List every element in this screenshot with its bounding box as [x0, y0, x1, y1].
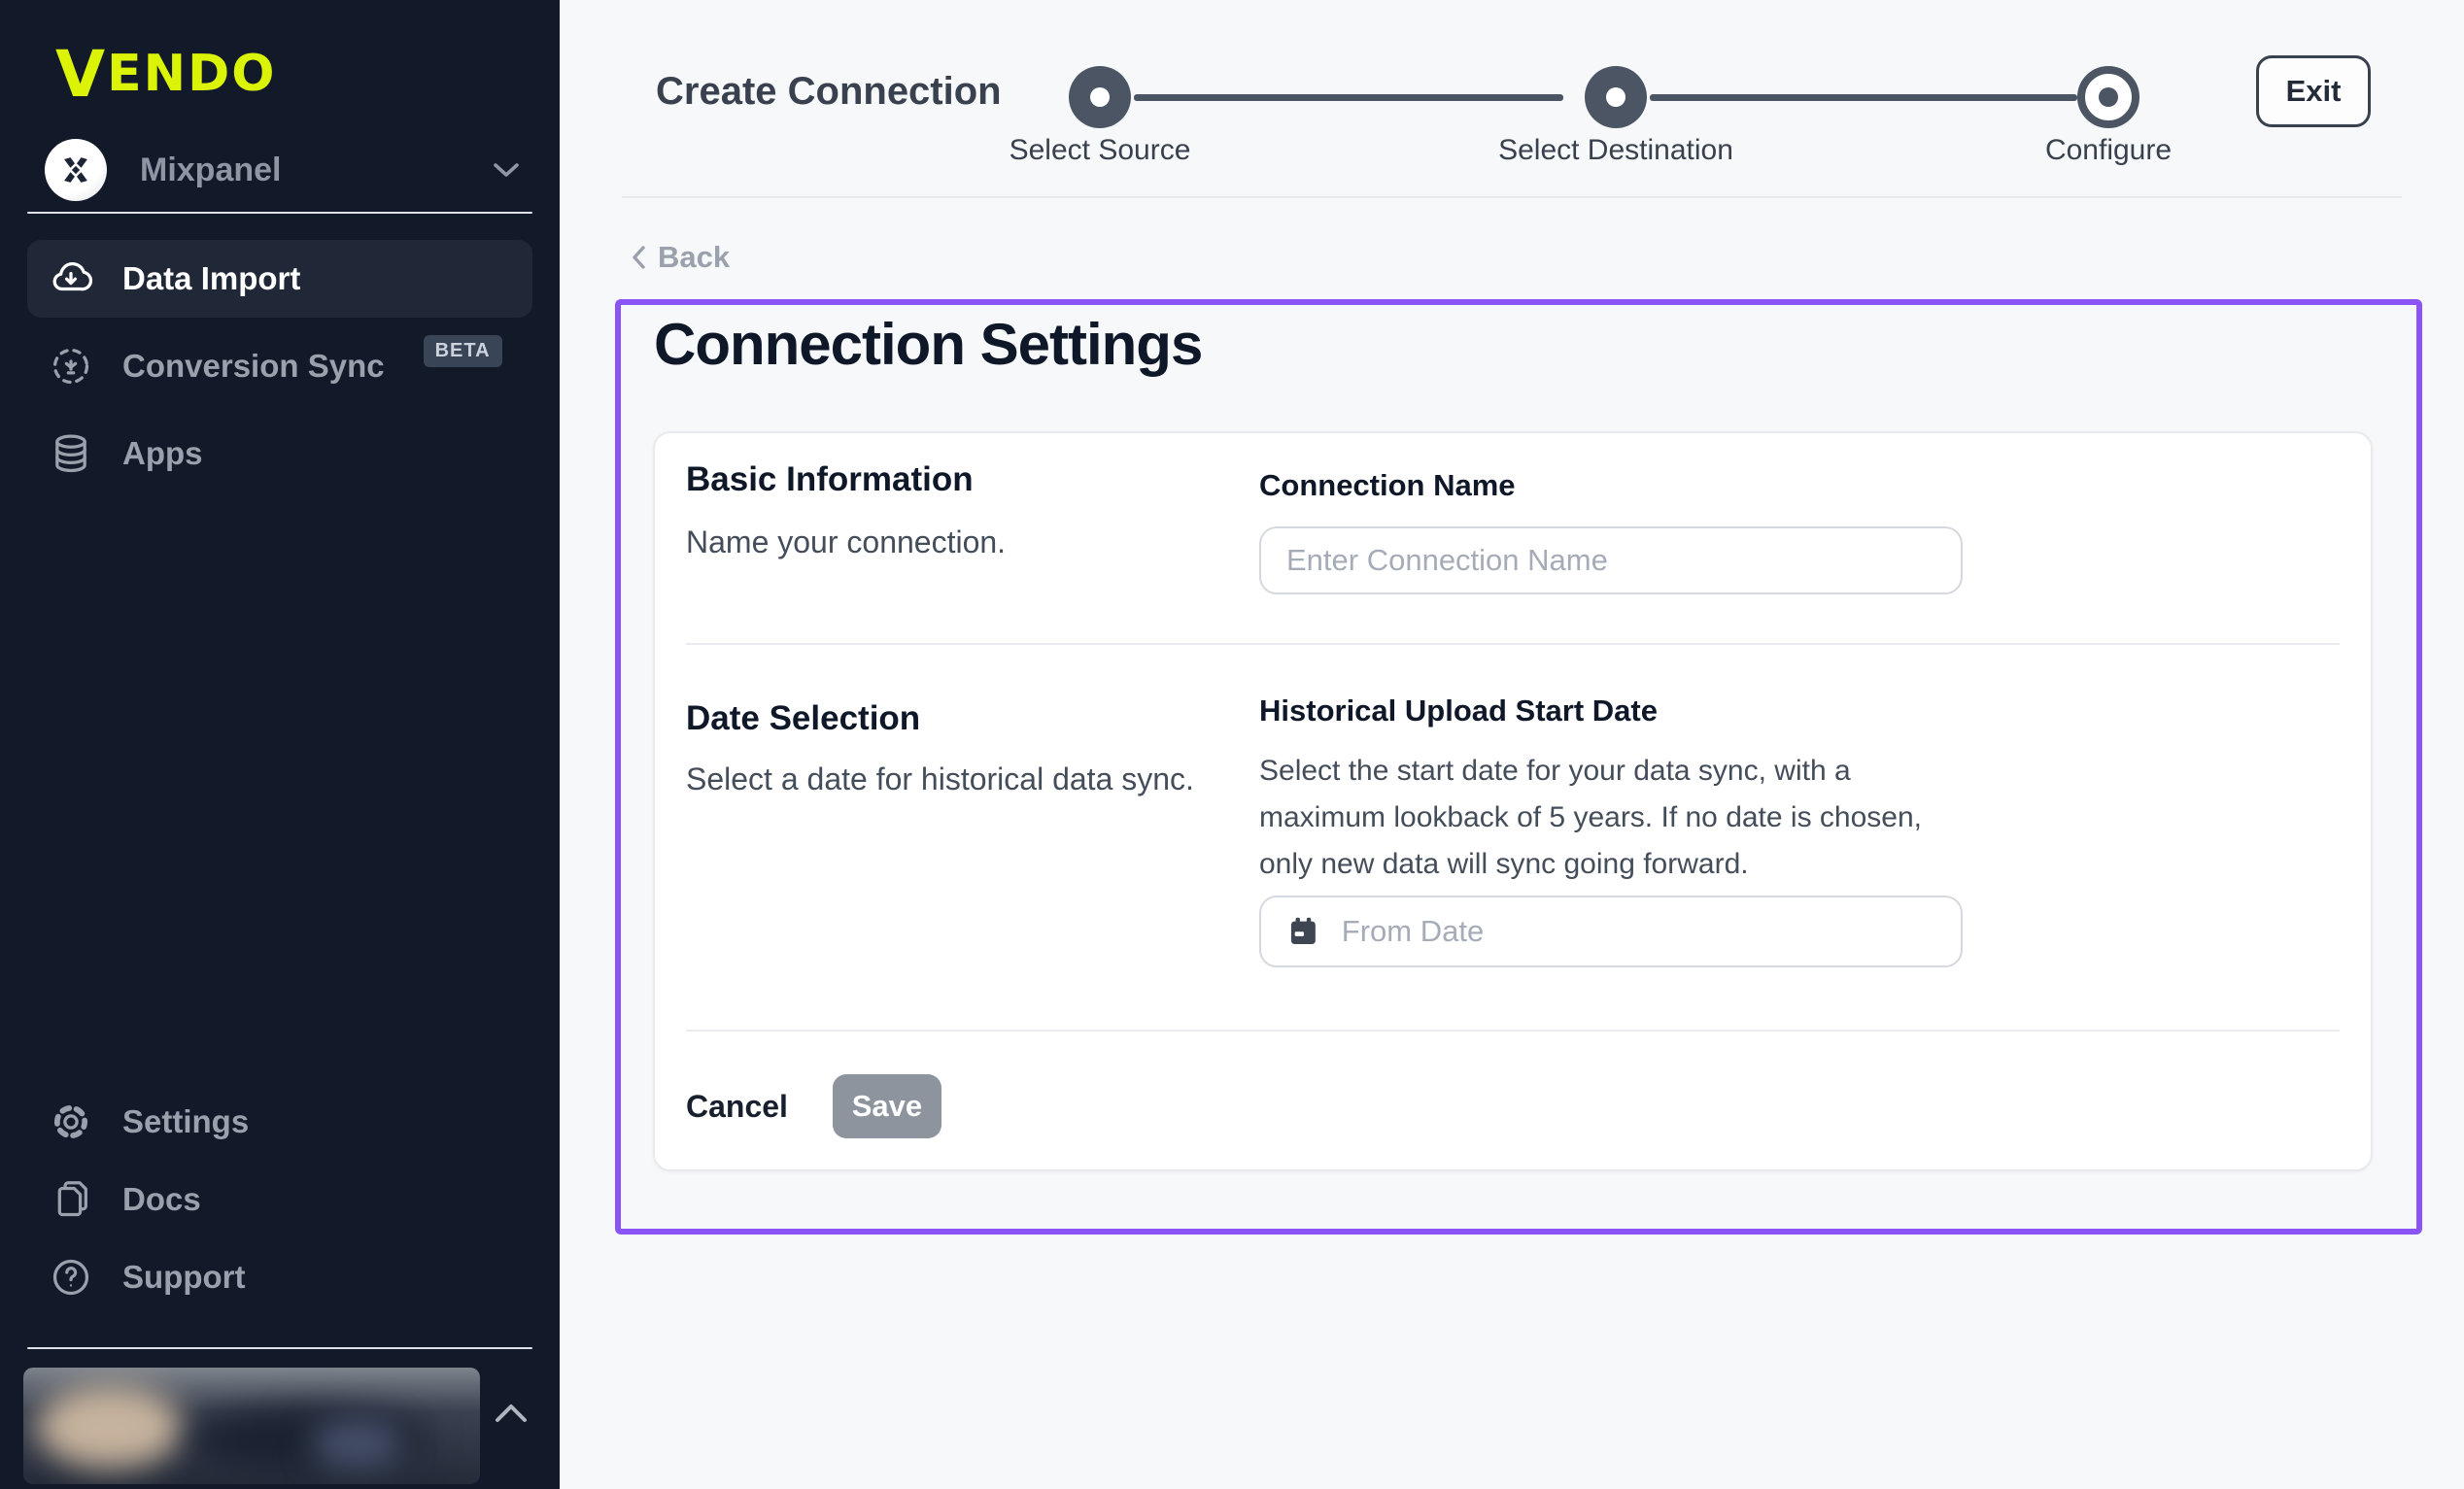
page-title: Create Connection	[656, 70, 1002, 114]
connection-name-field	[1259, 526, 1963, 594]
sync-scan-icon	[49, 344, 93, 389]
database-icon	[49, 431, 93, 476]
save-button[interactable]: Save	[833, 1074, 941, 1138]
from-date-input[interactable]	[1342, 914, 1935, 949]
calendar-icon	[1286, 913, 1320, 950]
back-label: Back	[658, 240, 730, 275]
help-icon	[49, 1255, 93, 1300]
user-account-blurred[interactable]	[23, 1368, 480, 1484]
sidebar-item-settings[interactable]: Settings	[27, 1083, 532, 1161]
connection-name-input[interactable]	[1286, 543, 1935, 578]
docs-icon	[49, 1177, 93, 1222]
sidebar-item-conversion-sync[interactable]: Conversion Sync BETA	[27, 327, 532, 405]
sidebar-item-support[interactable]: Support	[27, 1238, 532, 1316]
chevron-up-icon[interactable]	[492, 1401, 530, 1426]
sidebar-item-label: Apps	[122, 435, 203, 472]
section-title: Connection Settings	[654, 311, 1202, 378]
historical-upload-start-date-label: Historical Upload Start Date	[1259, 694, 1658, 728]
date-help-text: Select the start date for your data sync…	[1259, 748, 1949, 888]
sidebar-item-label: Data Import	[122, 260, 300, 297]
sidebar-item-apps[interactable]: Apps	[27, 415, 532, 492]
sidebar-item-label: Docs	[122, 1181, 201, 1218]
form-actions: Cancel Save	[686, 1074, 941, 1138]
cloud-download-icon	[49, 256, 93, 301]
sidebar-item-label: Settings	[122, 1103, 249, 1140]
from-date-field	[1259, 896, 1963, 967]
cancel-button[interactable]: Cancel	[686, 1089, 788, 1125]
gear-icon	[49, 1100, 93, 1144]
beta-badge: BETA	[424, 335, 502, 367]
sidebar-item-label: Support	[122, 1259, 245, 1296]
main-area: Create Connection Select Source Select D…	[560, 0, 2464, 1489]
exit-button[interactable]: Exit	[2256, 55, 2371, 127]
section-divider	[686, 1030, 2340, 1032]
sidebar: VVENDOENDO Mixpanel Data Import	[0, 0, 560, 1489]
sidebar-nav: Data Import Conversion Sync BETA Apps	[27, 240, 532, 492]
step-connector	[1650, 94, 2077, 101]
basic-information-subtitle: Name your connection.	[686, 525, 1006, 560]
vendo-logo: VVENDOENDO	[55, 43, 277, 107]
sidebar-footer-nav: Settings Docs Support	[27, 1083, 532, 1316]
workspace-name: Mixpanel	[140, 152, 281, 189]
back-link[interactable]: Back	[631, 240, 730, 275]
sidebar-divider	[27, 1347, 532, 1349]
date-selection-title: Date Selection	[686, 699, 920, 738]
step-circle-configure[interactable]	[2077, 66, 2139, 128]
sidebar-item-data-import[interactable]: Data Import	[27, 240, 532, 318]
workspace-switcher[interactable]: Mixpanel	[45, 138, 521, 202]
sidebar-item-docs[interactable]: Docs	[27, 1161, 532, 1238]
step-label-configure: Configure	[1904, 134, 2312, 167]
step-label-select-destination: Select Destination	[1412, 134, 1820, 167]
user-text-blur	[311, 1418, 404, 1469]
step-connector	[1134, 94, 1563, 101]
settings-card: Basic Information Name your connection. …	[653, 431, 2373, 1171]
basic-information-title: Basic Information	[686, 460, 974, 499]
sidebar-item-label: Conversion Sync	[122, 348, 385, 385]
chevron-down-icon	[492, 161, 521, 179]
step-label-select-source: Select Source	[896, 134, 1304, 167]
sidebar-divider	[27, 212, 532, 214]
mixpanel-logo-icon	[45, 139, 107, 201]
step-circle-select-destination[interactable]	[1585, 66, 1647, 128]
header-divider	[622, 196, 2402, 198]
connection-name-label: Connection Name	[1259, 468, 1516, 503]
user-avatar-blur	[37, 1385, 183, 1469]
section-divider	[686, 643, 2340, 645]
chevron-left-icon	[631, 245, 646, 270]
step-circle-select-source[interactable]	[1069, 66, 1131, 128]
date-selection-subtitle: Select a date for historical data sync.	[686, 761, 1194, 797]
